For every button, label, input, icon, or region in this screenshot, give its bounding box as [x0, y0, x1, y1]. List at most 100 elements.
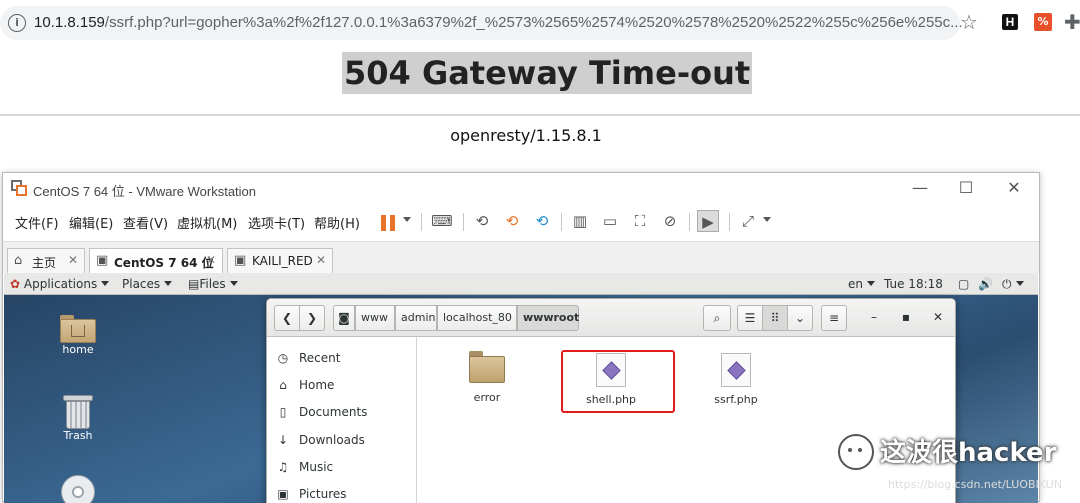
unity-icon[interactable]: ⊘ — [659, 210, 681, 232]
file-item-error[interactable]: error — [444, 351, 530, 404]
menu-button[interactable]: ≡ — [821, 305, 847, 331]
menu-edit[interactable]: 编辑(E) — [69, 213, 113, 232]
document-icon: ▯ — [279, 405, 287, 419]
sidebar-item-documents[interactable]: ▯ Documents — [275, 405, 415, 425]
view-options-button[interactable]: ⌄ — [787, 305, 813, 331]
sidebar-item-label: Pictures — [299, 487, 347, 501]
console-icon[interactable]: ▶ — [697, 210, 719, 232]
send-keys-icon[interactable]: ⌨ — [431, 210, 453, 232]
tab-centos[interactable]: ▣ CentOS 7 64 位 ✕ — [89, 248, 223, 274]
breadcrumb-wwwroot[interactable]: wwwroot — [517, 305, 579, 331]
tab-label: 主页 — [32, 256, 57, 270]
file-item-ssrf-php[interactable]: ssrf.php — [693, 353, 779, 406]
chevron-down-icon[interactable] — [403, 217, 411, 222]
trash-icon — [63, 395, 93, 429]
toolbar-separator — [729, 213, 730, 231]
chevron-down-icon[interactable] — [763, 217, 771, 222]
download-icon: ↓ — [277, 433, 289, 447]
applications-label: Applications — [23, 277, 98, 291]
close-icon[interactable]: ✕ — [68, 253, 78, 267]
thumbnail-icon[interactable]: ▭ — [599, 210, 621, 232]
star-icon[interactable]: ☆ — [960, 10, 978, 34]
browser-toolbar: i 10.1.8.159/ssrf.php?url=gopher%3a%2f%2… — [0, 0, 1080, 46]
desktop-icon-label: Trash — [63, 429, 93, 442]
files-app-menu[interactable]: ▤Files — [188, 277, 238, 291]
revert-snapshot-icon[interactable]: ⟲ — [501, 210, 523, 232]
toolbar-separator — [689, 213, 690, 231]
sidebar-item-pictures[interactable]: ▣ Pictures — [275, 487, 415, 503]
places-label: Places — [122, 277, 161, 291]
window-maximize-button[interactable]: ▪ — [895, 305, 917, 331]
menu-file[interactable]: 文件(F) — [15, 213, 59, 232]
power-icon[interactable]: ⏻ — [1002, 277, 1024, 292]
sidebar-item-recent[interactable]: ◷ Recent — [275, 351, 415, 371]
grid-view-button[interactable]: ⠿ — [762, 305, 788, 331]
sidebar-item-downloads[interactable]: ↓ Downloads — [275, 433, 415, 453]
sidebar-item-music[interactable]: ♫ Music — [275, 460, 415, 480]
desktop-home-icon[interactable]: home — [46, 315, 110, 356]
url-text[interactable]: 10.1.8.159/ssrf.php?url=gopher%3a%2f%2f1… — [34, 14, 963, 31]
tab-label: CentOS 7 64 位 — [114, 256, 214, 270]
breadcrumb-www[interactable]: www — [355, 305, 395, 331]
window-close-button[interactable]: ✕ — [927, 305, 949, 331]
toolbar-separator — [561, 213, 562, 231]
url-host: 10.1.8.159 — [34, 14, 105, 31]
menu-vm[interactable]: 虚拟机(M) — [177, 213, 237, 232]
close-button[interactable]: ✕ — [1003, 177, 1025, 199]
maximize-button[interactable]: ☐ — [955, 177, 977, 199]
back-button[interactable]: ❮ — [274, 305, 300, 331]
breadcrumb-localhost[interactable]: localhost_80 — [437, 305, 517, 331]
sidebar-item-label: Documents — [299, 405, 368, 419]
window-minimize-button[interactable]: – — [863, 305, 885, 331]
tab-kaili[interactable]: ▣ KAILI_RED ✕ — [227, 248, 333, 274]
breadcrumb-admin[interactable]: admin — [395, 305, 437, 331]
snapshot-manager-icon[interactable]: ⟲ — [531, 210, 553, 232]
menu-tabs[interactable]: 选项卡(T) — [248, 213, 305, 232]
menu-view[interactable]: 查看(V) — [123, 213, 168, 232]
applications-menu[interactable]: ✿ Applications — [10, 277, 110, 291]
stretch-icon[interactable]: ⤢ — [737, 210, 759, 232]
forward-button[interactable]: ❯ — [299, 305, 325, 331]
extension-red-icon[interactable]: % — [1034, 13, 1052, 31]
library-icon[interactable]: ▥ — [569, 210, 591, 232]
desktop-trash-icon[interactable]: Trash — [46, 395, 110, 442]
highlight-annotation — [561, 350, 675, 413]
url-path: /ssrf.php?url=gopher%3a%2f%2f127.0.0.1%3… — [104, 14, 963, 31]
fullscreen-icon[interactable]: ⛶ — [629, 210, 651, 232]
wechat-logo-icon — [838, 434, 874, 470]
info-icon[interactable]: i — [8, 14, 26, 32]
divider — [0, 114, 1080, 116]
volume-icon[interactable]: 🔊 — [978, 277, 993, 291]
extensions-icon[interactable]: ✚ — [1064, 10, 1080, 34]
desktop-disc-icon[interactable] — [46, 475, 110, 503]
minimize-button[interactable]: — — [909, 177, 931, 199]
sidebar-item-home[interactable]: ⌂ Home — [275, 378, 415, 398]
search-button[interactable]: ⌕ — [703, 305, 731, 331]
close-icon[interactable]: ✕ — [206, 253, 216, 267]
list-icon: ☰ — [744, 311, 756, 325]
files-app-label: Files — [199, 277, 226, 291]
vm-icon: ▣ — [234, 253, 247, 268]
music-icon: ♫ — [277, 460, 289, 474]
home-icon: ⌂ — [14, 253, 23, 268]
location-toggle-icon[interactable]: ◙ — [333, 305, 355, 331]
extension-h-icon[interactable]: H — [1002, 14, 1018, 30]
clock[interactable]: Tue 18:18 — [884, 277, 943, 291]
tab-home[interactable]: ⌂ 主页 ✕ — [7, 248, 85, 274]
places-menu[interactable]: Places — [122, 277, 173, 291]
snapshot-icon[interactable]: ⟲ — [471, 210, 493, 232]
language-menu[interactable]: en — [848, 277, 875, 291]
pictures-icon: ▣ — [277, 487, 289, 501]
vmware-logo-icon — [11, 180, 27, 196]
php-file-icon — [721, 353, 751, 387]
list-view-button[interactable]: ☰ — [737, 305, 763, 331]
menu-help[interactable]: 帮助(H) — [314, 213, 360, 232]
chevron-down-icon: ⌄ — [794, 311, 806, 325]
pause-icon[interactable] — [381, 215, 395, 231]
file-name: error — [473, 391, 501, 404]
close-icon[interactable]: ✕ — [316, 253, 326, 267]
vmware-titlebar[interactable]: CentOS 7 64 位 - VMware Workstation — ☐ ✕ — [3, 173, 1039, 203]
screen-icon[interactable]: ▢ — [958, 277, 969, 291]
hamburger-icon: ≡ — [828, 311, 840, 325]
address-bar[interactable]: i 10.1.8.159/ssrf.php?url=gopher%3a%2f%2… — [0, 6, 963, 40]
